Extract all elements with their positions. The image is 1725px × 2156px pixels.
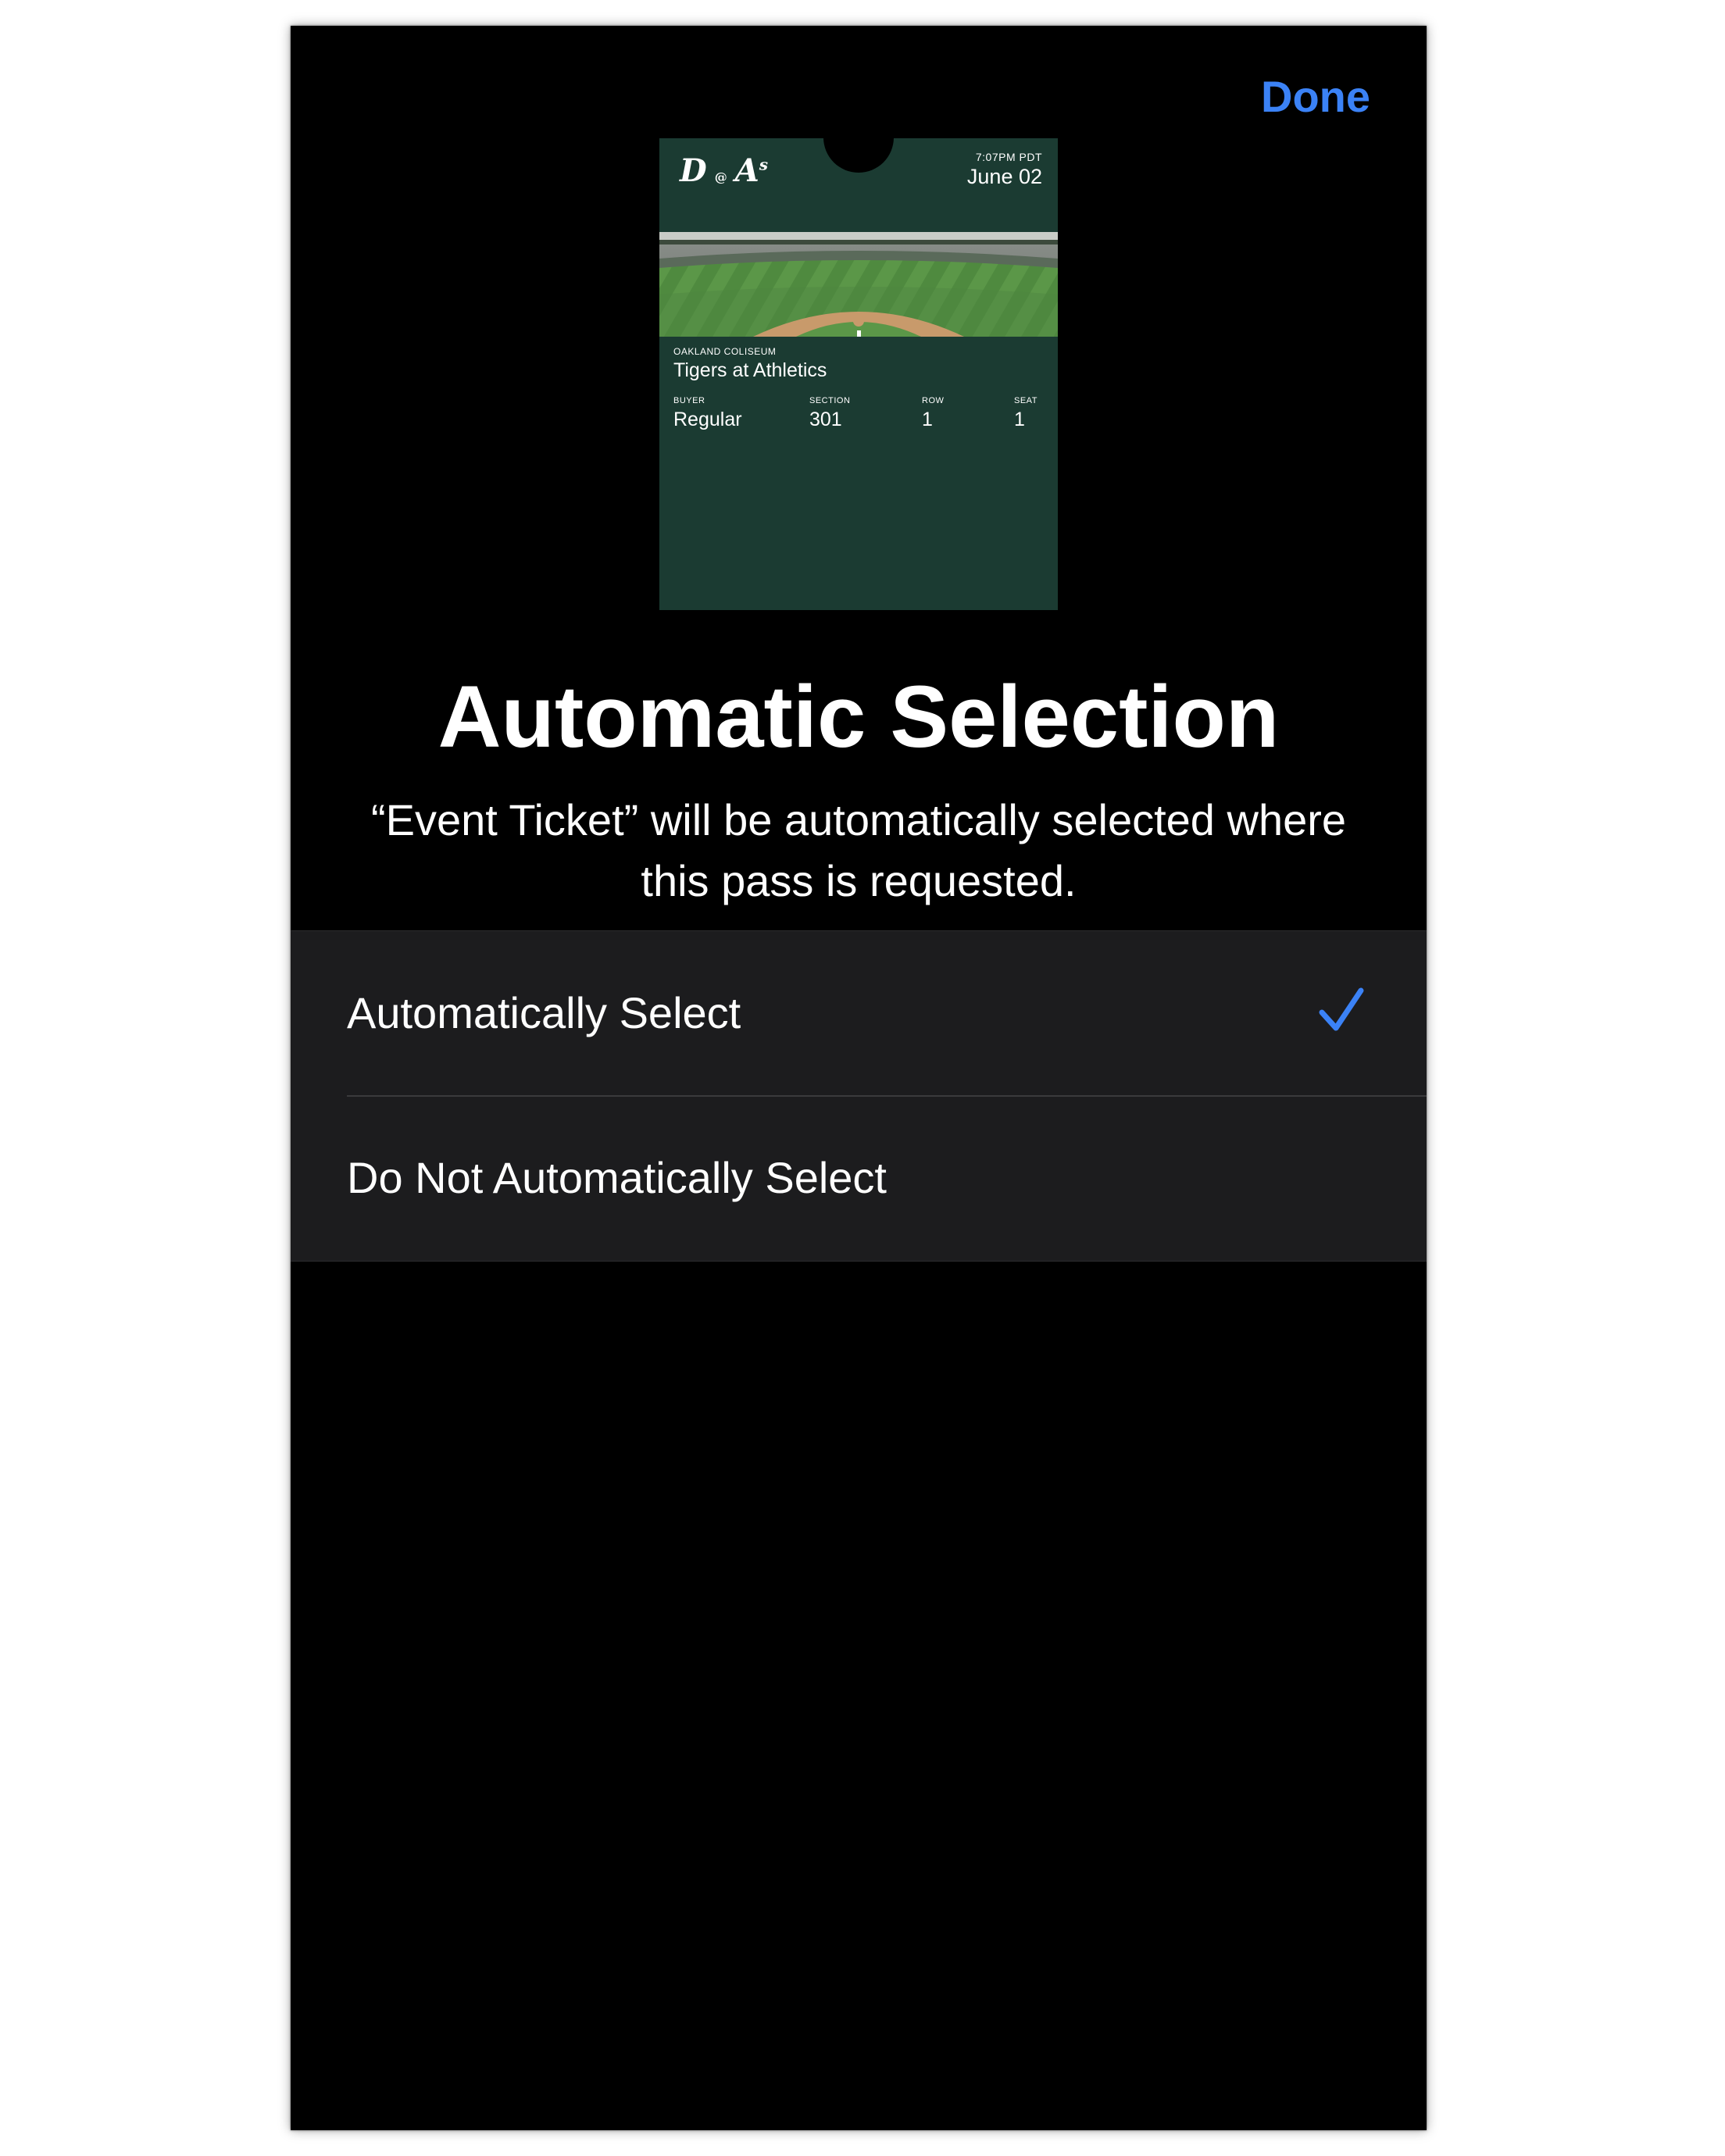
pass-time: 7:07PM PDT <box>975 151 1042 163</box>
at-symbol: @ <box>714 170 727 184</box>
pass-date: June 02 <box>966 165 1042 188</box>
pass-field-seat: SEAT 1 <box>1014 396 1038 430</box>
option-label: Do Not Automatically Select <box>347 1153 887 1202</box>
pass-field-buyer: BUYER Regular <box>673 396 742 430</box>
athletics-logo: As <box>734 152 768 189</box>
option-do-not-automatically-select[interactable]: Do Not Automatically Select <box>291 1096 1427 1260</box>
team-logos: D @ As <box>680 152 768 189</box>
tigers-logo: D <box>680 152 707 189</box>
pass-field-row: ROW 1 <box>922 396 945 430</box>
page-subtitle: “Event Ticket” will be automatically sel… <box>370 795 1347 905</box>
page-title: Automatic Selection <box>438 668 1280 766</box>
done-button[interactable]: Done <box>1261 71 1370 122</box>
option-automatically-select[interactable]: Automatically Select <box>291 931 1427 1097</box>
event-ticket-pass[interactable]: D @ As 7:07PM PDT June 02 OAKLAND COLISE… <box>659 138 1058 610</box>
pass-venue: OAKLAND COLISEUM <box>673 346 777 357</box>
selection-options-list: Automatically Select Do Not Automaticall… <box>291 930 1427 1262</box>
phone-screen: Done D @ As 7:07PM PDT June 02 OAKLAND C… <box>291 26 1427 2130</box>
stadium-image <box>659 232 1058 337</box>
checkmark-icon <box>1319 987 1364 1031</box>
option-label: Automatically Select <box>347 988 741 1037</box>
pass-notch <box>823 138 894 173</box>
pass-field-section: SECTION 301 <box>809 396 851 430</box>
pass-event-title: Tigers at Athletics <box>673 359 827 381</box>
pass-datetime: 7:07PM PDT June 02 <box>967 151 1042 189</box>
